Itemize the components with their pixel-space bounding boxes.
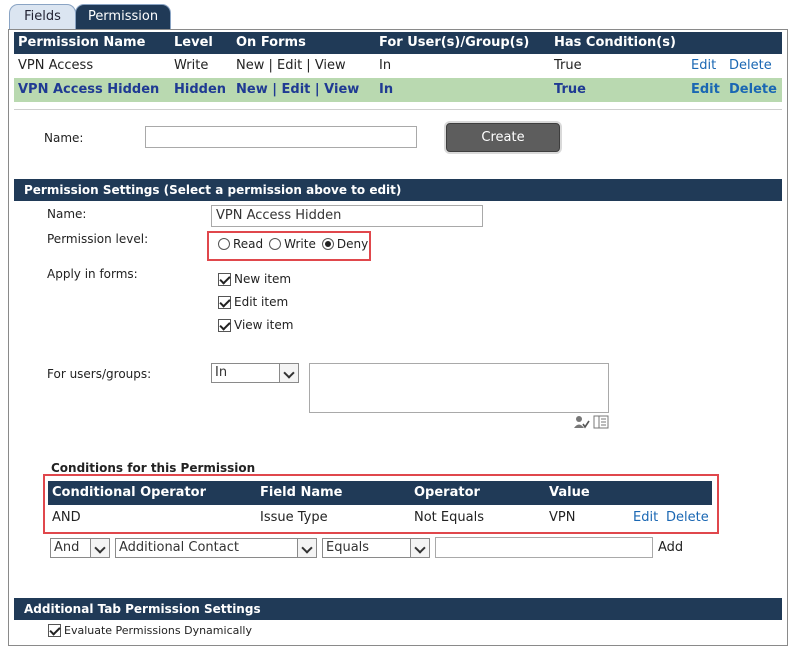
header-level: Level: [174, 35, 213, 50]
condition-row: AND Issue Type Not Equals VPN Edit Delet…: [48, 506, 712, 530]
read-radio-label: Read: [233, 237, 264, 251]
tab-fields[interactable]: Fields: [9, 4, 76, 30]
header-value: Value: [549, 485, 590, 500]
new-conditional-operator-value: And: [54, 540, 80, 555]
permission-name: VPN Access Hidden: [18, 82, 160, 97]
permission-condition: True: [554, 82, 586, 97]
permission-forms: New | Edit | View: [236, 58, 346, 73]
edit-link[interactable]: Edit: [691, 54, 716, 78]
condition-delete-link[interactable]: Delete: [666, 506, 709, 530]
permissions-table: Permission Name Level On Forms For User(…: [14, 32, 782, 102]
deny-radio-label: Deny: [336, 237, 369, 251]
new-field-value: Additional Contact: [119, 540, 239, 555]
permission-level: Hidden: [174, 82, 227, 97]
new-conditional-operator-select[interactable]: And: [50, 538, 110, 558]
users-groups-textarea[interactable]: [309, 363, 609, 413]
write-radio[interactable]: [269, 238, 282, 250]
add-condition-link[interactable]: Add: [658, 540, 683, 555]
settings-name-label: Name:: [47, 207, 87, 221]
users-groups-select-value: In: [215, 365, 228, 380]
permission-level-label: Permission level:: [47, 232, 149, 246]
header-has-conditions: Has Condition(s): [554, 35, 676, 50]
new-operator-value: Equals: [326, 540, 370, 555]
condition-comparison: Not Equals: [414, 510, 484, 525]
apply-in-forms-label: Apply in forms:: [47, 267, 138, 281]
delete-link[interactable]: Delete: [729, 54, 772, 78]
new-item-option: New item: [218, 272, 291, 286]
users-groups-label: For users/groups:: [47, 367, 152, 381]
conditions-table-header: Conditional Operator Field Name Operator…: [48, 481, 712, 505]
new-item-label: New item: [234, 272, 292, 286]
header-field-name: Field Name: [260, 485, 343, 500]
permission-panel: Permission Name Level On Forms For User(…: [8, 29, 788, 646]
permission-level-options: Read Write Deny: [218, 237, 368, 251]
view-item-label: View item: [234, 318, 294, 332]
new-condition-value-input[interactable]: [435, 537, 653, 558]
check-names-icon[interactable]: [574, 415, 590, 429]
address-book-icon[interactable]: [593, 415, 609, 429]
edit-item-option: Edit item: [218, 295, 288, 309]
permission-name: VPN Access: [18, 58, 94, 73]
new-field-select[interactable]: Additional Contact: [115, 538, 317, 558]
create-permission-button[interactable]: Create Permission: [446, 123, 560, 172]
permission-level: Write: [174, 58, 209, 73]
divider: [14, 109, 782, 110]
evaluate-dynamically-checkbox[interactable]: [48, 624, 61, 637]
deny-radio[interactable]: [321, 238, 334, 250]
table-row-selected[interactable]: VPN Access Hidden Hidden New | Edit | Vi…: [14, 78, 782, 102]
permission-forms: New | Edit | View: [236, 82, 360, 97]
edit-link[interactable]: Edit: [691, 78, 720, 102]
view-item-option: View item: [218, 318, 293, 332]
read-radio[interactable]: [218, 238, 230, 250]
new-operator-select[interactable]: Equals: [322, 538, 430, 558]
chevron-down-icon: [410, 539, 429, 557]
edit-item-label: Edit item: [234, 295, 289, 309]
additional-settings-header: Additional Tab Permission Settings: [14, 598, 782, 620]
condition-field: Issue Type: [260, 510, 328, 525]
chevron-down-icon: [90, 539, 109, 557]
users-groups-select[interactable]: In: [211, 363, 299, 383]
new-permission-name-input[interactable]: [145, 126, 417, 148]
permission-users: In: [379, 58, 392, 73]
header-permission-name: Permission Name: [18, 35, 146, 50]
chevron-down-icon: [279, 364, 298, 382]
conditions-title: Conditions for this Permission: [51, 461, 256, 475]
new-permission-name-label: Name:: [44, 131, 84, 145]
header-users-groups: For User(s)/Group(s): [379, 35, 530, 50]
write-radio-label: Write: [284, 237, 316, 251]
evaluate-dynamically-option: Evaluate Permissions Dynamically: [48, 624, 252, 637]
delete-link[interactable]: Delete: [729, 78, 777, 102]
header-on-forms: On Forms: [236, 35, 306, 50]
condition-operator: AND: [52, 510, 81, 525]
header-operator: Operator: [414, 485, 480, 500]
permissions-table-header: Permission Name Level On Forms For User(…: [14, 32, 782, 54]
permission-users: In: [379, 82, 394, 97]
permission-condition: True: [554, 58, 582, 73]
edit-item-checkbox[interactable]: [218, 295, 231, 309]
condition-edit-link[interactable]: Edit: [633, 506, 658, 530]
table-row[interactable]: VPN Access Write New | Edit | View In Tr…: [14, 54, 782, 78]
new-item-checkbox[interactable]: [218, 272, 231, 286]
chevron-down-icon: [297, 539, 316, 557]
settings-name-input[interactable]: VPN Access Hidden: [211, 205, 483, 227]
header-conditional-operator: Conditional Operator: [52, 485, 207, 500]
permission-settings-header: Permission Settings (Select a permission…: [14, 179, 782, 201]
evaluate-dynamically-label: Evaluate Permissions Dynamically: [64, 624, 252, 637]
condition-value: VPN: [549, 510, 576, 525]
view-item-checkbox[interactable]: [218, 318, 231, 332]
tab-permission[interactable]: Permission: [75, 4, 171, 30]
